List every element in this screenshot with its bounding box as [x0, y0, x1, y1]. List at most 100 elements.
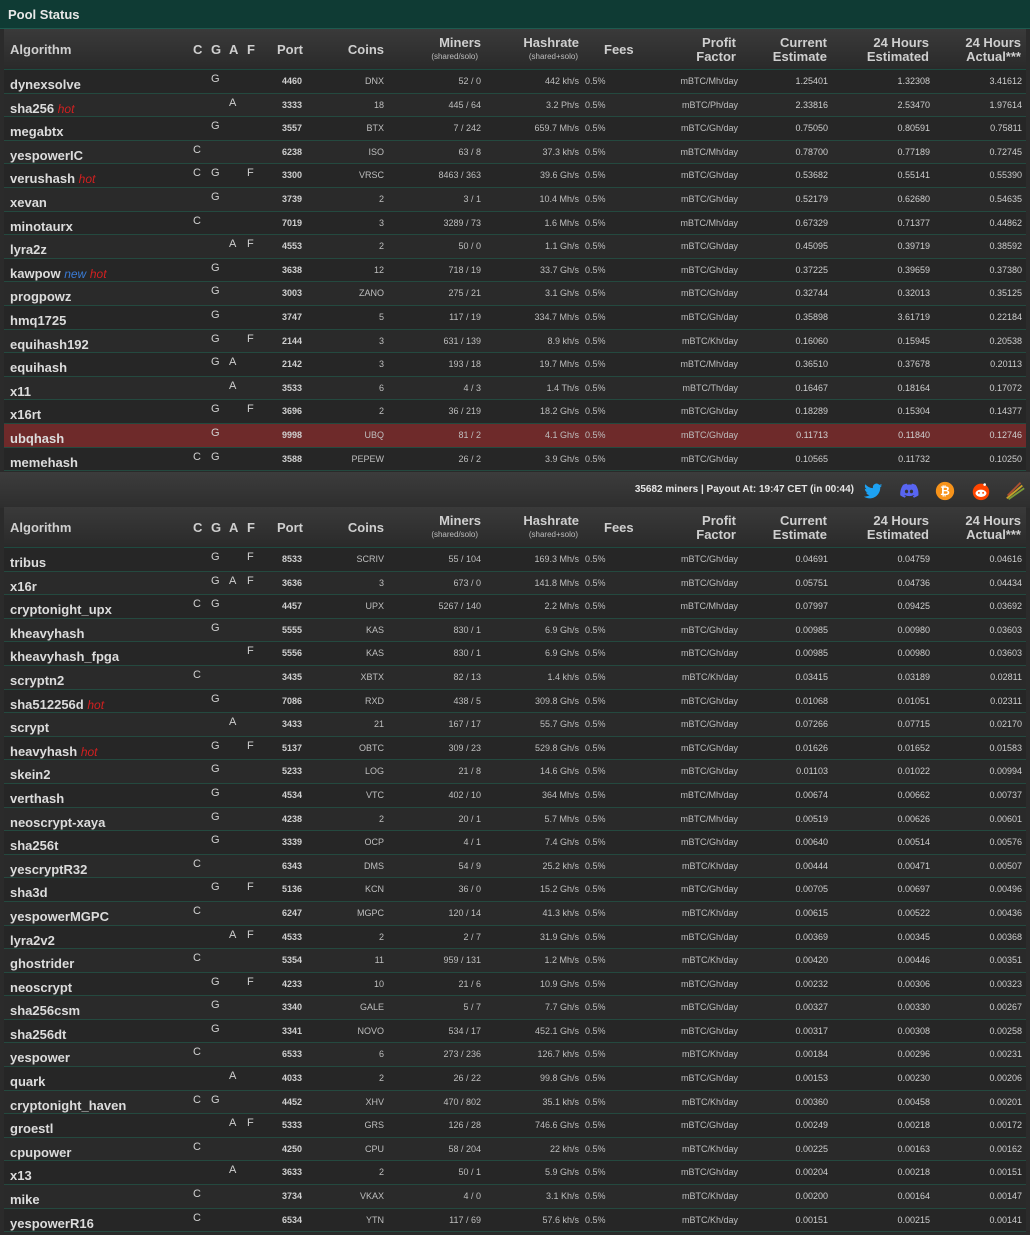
table-row[interactable]: megabtx G 3557 BTX 7 / 242 659.7 Mh/s 0.5% mBTC… — [4, 117, 1026, 141]
col-est-1[interactable]: 24 Hours — [873, 513, 929, 528]
col-coins[interactable]: Coins — [348, 520, 384, 535]
table-row[interactable]: sha256 hot A 3333 18 445 / 64 3.2 Ph/s 0.5% mBT… — [4, 93, 1026, 118]
discord-icon[interactable] — [898, 480, 920, 502]
table-row[interactable]: equihash192 G F 2144 3 631 / 139 8.9 kh/s 0.5% m… — [4, 329, 1026, 354]
estimated-24h: 0.01051 — [897, 695, 930, 706]
table-row[interactable]: kheavyhash_fpga F 5556 KAS 830 / 1 6.9 Gh/s 0.… — [4, 642, 1026, 666]
table-row[interactable]: tribus G F 8533 SCRIV 55 / 104 169.3 Mh/s 0.5% m… — [4, 548, 1026, 572]
col-a: A — [229, 520, 239, 535]
profit-unit: mBTC/Gh/day — [680, 1073, 738, 1084]
col-current-1[interactable]: Current — [780, 513, 827, 528]
col-est-2: Estimated — [866, 527, 929, 542]
algorithm-label: verushash — [10, 171, 76, 187]
table-row[interactable]: lyra2v2 A F 4533 2 2 / 7 31.9 Gh/s 0.5% mBTC/Gh/… — [4, 925, 1026, 950]
twitter-icon[interactable] — [862, 480, 884, 502]
table-row[interactable]: yespowerR16 C 6534 YTN 117 / 69 57.6 kh/s 0.5%… — [4, 1208, 1026, 1235]
table-row[interactable]: ubqhash G 9998 UBQ 81 / 2 4.1 Gh/s 0.5% mBTC/Gh… — [4, 423, 1026, 448]
col-profit-1[interactable]: Profit — [702, 513, 736, 528]
table-row[interactable]: minotaurx C 7019 3 3289 / 73 1.6 Mh/s 0.5% mBTC… — [4, 211, 1026, 236]
col-coins[interactable]: Coins — [348, 42, 384, 57]
table-row[interactable]: hmq1725 G 3747 5 117 / 19 334.7 Mh/s 0.5% mBTC/… — [4, 305, 1026, 330]
col-fees[interactable]: Fees — [604, 42, 634, 57]
flag-f: F — [247, 574, 254, 587]
col-port[interactable]: Port — [277, 520, 303, 535]
table-row[interactable]: neoscrypt G F 4233 10 21 / 6 10.9 Gh/s 0.5% mBTC… — [4, 972, 1026, 997]
col-miners[interactable]: Miners — [439, 35, 481, 50]
table-row[interactable]: x16r G A F 3636 3 673 / 0 141.8 Mh/s 0.5% mBTC/Gh… — [4, 571, 1026, 596]
col-port[interactable]: Port — [277, 42, 303, 57]
col-act-1[interactable]: 24 Hours — [965, 513, 1021, 528]
current-estimate: 0.00200 — [795, 1191, 828, 1202]
table-row[interactable]: x11 A 3533 6 4 / 3 1.4 Th/s 0.5% mBTC/Th/day 0.1… — [4, 376, 1026, 401]
table-row[interactable]: cpupower C 4250 CPU 58 / 204 22 kh/s 0.5% mBTC/… — [4, 1137, 1026, 1162]
port-value: 6238 — [281, 146, 302, 157]
current-estimate: 0.00317 — [795, 1025, 828, 1036]
table-row[interactable]: verthash G 4534 VTC 402 / 10 364 Mh/s 0.5% mBTC… — [4, 783, 1026, 808]
current-estimate: 2.33816 — [795, 99, 828, 110]
fee-value: 0.5% — [585, 884, 606, 895]
bitcoin-icon[interactable]: ₿ — [934, 480, 956, 502]
table-row[interactable]: progpowz G 3003 ZANO 275 / 21 3.1 Gh/s 0.5% mBT… — [4, 282, 1026, 306]
table-row[interactable]: dynexsolve G 4460 DNX 52 / 0 442 kh/s 0.5% mBTC… — [4, 70, 1026, 94]
flag-g: G — [211, 574, 220, 587]
table-row[interactable]: memehash C G 3588 PEPEW 26 / 2 3.9 Gh/s 0.5% mBT… — [4, 447, 1026, 472]
table-row[interactable]: sha256dt G 3341 NOVO 534 / 17 452.1 Gh/s 0.5% m… — [4, 1019, 1026, 1044]
estimated-24h: 0.00471 — [897, 860, 930, 871]
tools-icon[interactable] — [1004, 480, 1026, 502]
algorithm-label: yescryptR32 — [10, 861, 88, 877]
col-fees[interactable]: Fees — [604, 520, 634, 535]
table-row[interactable]: x13 A 3633 2 50 / 1 5.9 Gh/s 0.5% mBTC/Gh/day 0.… — [4, 1161, 1026, 1186]
table-row[interactable]: sha256csm G 3340 GALE 5 / 7 7.7 Gh/s 0.5% mBTC/… — [4, 996, 1026, 1020]
miners-value: 36 / 219 — [448, 406, 481, 417]
col-profit-1[interactable]: Profit — [702, 35, 736, 50]
table-row[interactable]: yescryptR32 C 6343 DMS 54 / 9 25.2 kh/s 0.5% mB… — [4, 854, 1026, 879]
table-row[interactable]: cryptonight_upx C G 4457 UPX 5267 / 140 2.2 Mh… — [4, 595, 1026, 619]
table-row[interactable]: kheavyhash G 5555 KAS 830 / 1 6.9 Gh/s 0.5% mBT… — [4, 618, 1026, 643]
col-est-1[interactable]: 24 Hours — [873, 35, 929, 50]
algorithm-label: verthash — [10, 790, 65, 806]
table-row[interactable]: groestl A F 5333 GRS 126 / 28 746.6 Gh/s 0.5% mB… — [4, 1114, 1026, 1138]
miners-value: 470 / 802 — [443, 1096, 481, 1107]
col-act-1[interactable]: 24 Hours — [965, 35, 1021, 50]
table-row[interactable]: xevan G 3739 2 3 / 1 10.4 Mh/s 0.5% mBTC/Gh/day… — [4, 187, 1026, 212]
table-row[interactable]: sha256t G 3339 OCP 4 / 1 7.4 Gh/s 0.5% mBTC/Gh/… — [4, 831, 1026, 855]
reddit-icon[interactable] — [970, 480, 992, 502]
fee-value: 0.5% — [585, 719, 606, 730]
table-row[interactable]: mike C 3734 VKAX 4 / 0 3.1 Kh/s 0.5% mBTC/Kh/da… — [4, 1185, 1026, 1209]
current-estimate: 0.00519 — [795, 813, 828, 824]
col-current-1[interactable]: Current — [780, 35, 827, 50]
table-row[interactable]: equihash G A 2142 3 193 / 18 19.7 Mh/s 0.5% mBTC… — [4, 353, 1026, 377]
col-algorithm[interactable]: Algorithm — [10, 42, 71, 57]
col-algorithm[interactable]: Algorithm — [10, 520, 71, 535]
estimated-24h: 0.09425 — [897, 601, 930, 612]
hashrate-value: 25.2 kh/s — [542, 860, 579, 871]
col-miners[interactable]: Miners — [439, 513, 481, 528]
algorithm-label: megabtx — [10, 124, 64, 140]
flag-a: A — [229, 1070, 237, 1083]
table-row[interactable]: quark A 4033 2 26 / 22 99.8 Gh/s 0.5% mBTC/Gh/d… — [4, 1067, 1026, 1091]
table-row[interactable]: yespowerIC C 6238 ISO 63 / 8 37.3 kh/s 0.5% mBT… — [4, 140, 1026, 165]
table-row[interactable]: yespowerMGPC C 6247 MGPC 120 / 14 41.3 kh/s 0.… — [4, 901, 1026, 926]
table-row[interactable]: kawpow new hot G 3638 12 718 / 19 33.7 Gh/s 0.… — [4, 258, 1026, 283]
estimated-24h: 0.00458 — [897, 1096, 930, 1107]
table-row[interactable]: yespower C 6533 6 273 / 236 126.7 kh/s 0.5% mBT… — [4, 1043, 1026, 1068]
estimated-24h: 0.55141 — [897, 170, 930, 181]
col-hashrate[interactable]: Hashrate — [523, 35, 579, 50]
table-row[interactable]: verushash hot C G F 3300 VRSC 8463 / 363 39.6 G… — [4, 164, 1026, 188]
table-row[interactable]: scrypt A 3433 21 167 / 17 55.7 Gh/s 0.5% mBTC/G… — [4, 713, 1026, 737]
table-row[interactable]: skein2 G 5233 LOG 21 / 8 14.6 Gh/s 0.5% mBTC/Gh… — [4, 760, 1026, 784]
table-row[interactable]: sha512256d hot G 7086 RXD 438 / 5 309.8 Gh/s 0… — [4, 689, 1026, 714]
hashrate-value: 442 kh/s — [544, 76, 579, 86]
table-row[interactable]: ghostrider C 5354 11 959 / 131 1.2 Mh/s 0.5% mB… — [4, 949, 1026, 973]
table-row[interactable]: lyra2z A F 4553 2 50 / 0 1.1 Gh/s 0.5% mBTC/Gh/d… — [4, 235, 1026, 259]
table-row[interactable]: x16rt G F 3696 2 36 / 219 18.2 Gh/s 0.5% mBTC/Gh… — [4, 400, 1026, 424]
table-row[interactable]: scryptn2 C 3435 XBTX 82 / 13 1.4 kh/s 0.5% mBTC… — [4, 665, 1026, 690]
table-row[interactable]: heavyhash hot G F 5137 OBTC 309 / 23 529.8 Gh/… — [4, 736, 1026, 761]
miners-value: 673 / 0 — [453, 577, 481, 588]
table-row[interactable]: sha3d G F 5136 KCN 36 / 0 15.2 Gh/s 0.5% mBTC/Gh… — [4, 878, 1026, 902]
col-hashrate[interactable]: Hashrate — [523, 513, 579, 528]
table-row[interactable]: neoscrypt-xaya G 4238 2 20 / 1 5.7 Mh/s 0.5% mB… — [4, 807, 1026, 832]
algorithm-name[interactable]: yespowerR16 — [10, 1213, 94, 1235]
actual-24h: 0.14377 — [989, 406, 1022, 417]
table-row[interactable]: cryptonight_haven C G 4452 XHV 470 / 802 35.1 … — [4, 1090, 1026, 1115]
